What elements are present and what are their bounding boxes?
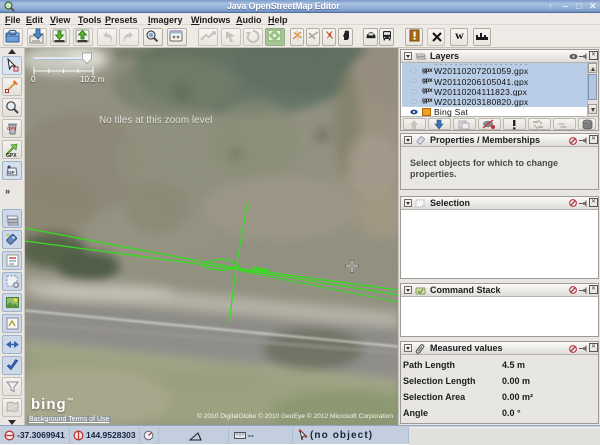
svg-text:w: w: [455, 28, 464, 42]
svg-text:GP: GP: [8, 170, 15, 175]
svg-text:GPX: GPX: [6, 153, 17, 158]
svg-text:GPX: GPX: [7, 126, 17, 131]
